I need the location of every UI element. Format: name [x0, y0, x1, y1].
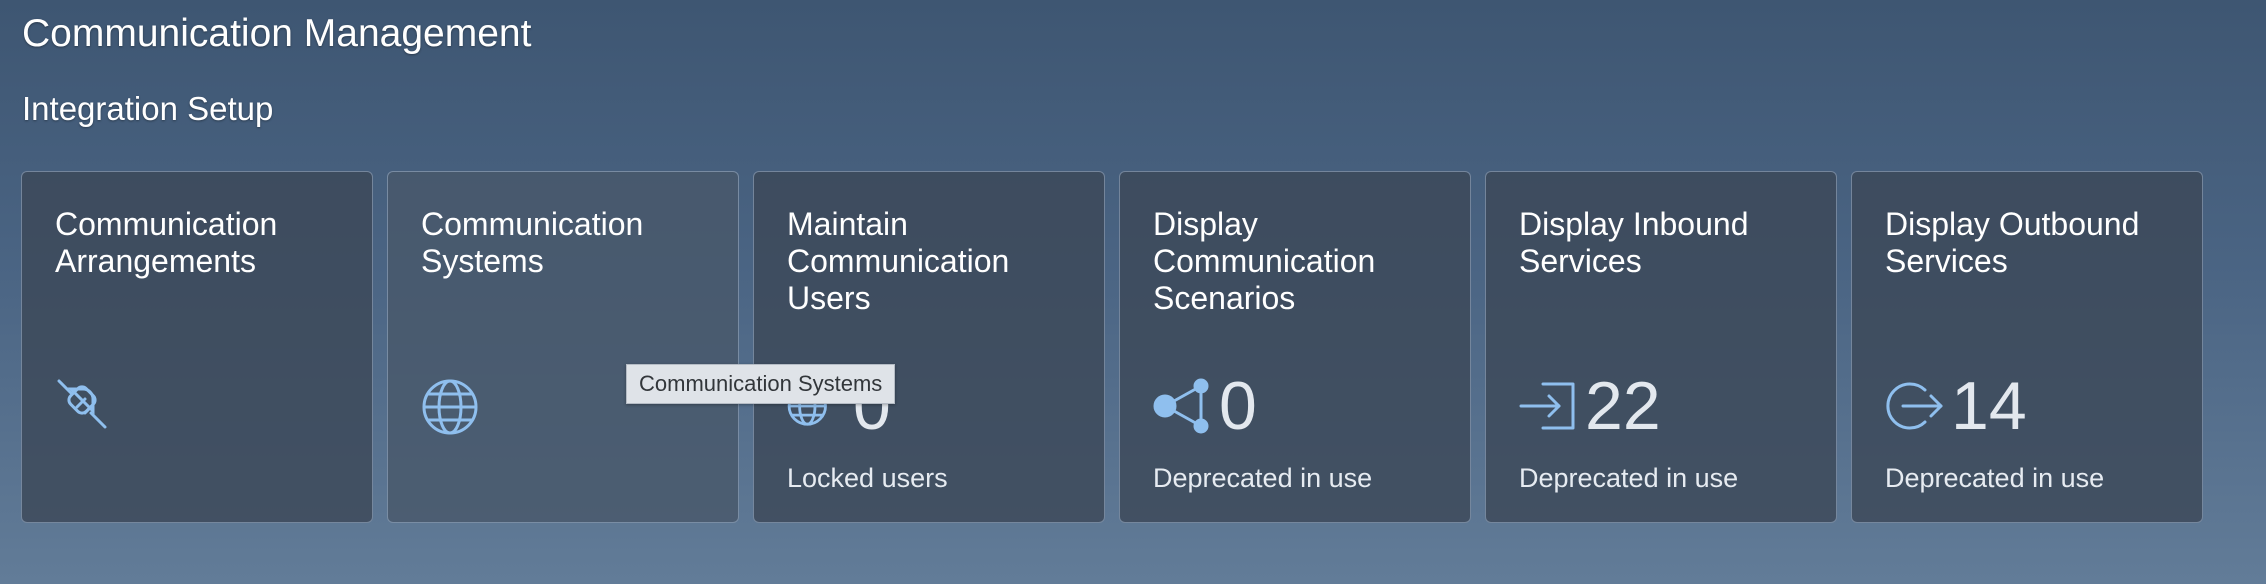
tile-title: Display Communication Scenarios — [1153, 206, 1376, 316]
plug-disconnected-icon — [55, 377, 115, 437]
kpi-value: 14 — [1951, 368, 2027, 444]
tile-footer: Deprecated in use — [1519, 463, 1739, 493]
tile-footer: Deprecated in use — [1153, 463, 1373, 493]
tile-display-inbound-services[interactable]: Display Inbound Services 22 Deprecated i… — [1485, 171, 1837, 523]
tile-maintain-communication-users[interactable]: Maintain Communication Users 0 Locked us… — [753, 171, 1105, 523]
kpi: 22 — [1519, 366, 1661, 446]
tile-title: Communication Arrangements — [55, 206, 278, 279]
network-share-icon — [1153, 376, 1213, 436]
tile-communication-arrangements[interactable]: Communication Arrangements — [21, 171, 373, 523]
tile-display-communication-scenarios[interactable]: Display Communication Scenarios 0 Deprec… — [1119, 171, 1471, 523]
kpi: 0 — [1153, 366, 1257, 446]
tile-title: Display Outbound Services — [1885, 206, 2140, 279]
tooltip: Communication Systems — [626, 364, 896, 404]
tile-title: Maintain Communication Users — [787, 206, 1010, 316]
tile-title: Display Inbound Services — [1519, 206, 1749, 279]
section-title: Integration Setup — [22, 90, 274, 127]
kpi: 14 — [1885, 366, 2027, 446]
tile-footer: Deprecated in use — [1885, 463, 2105, 493]
kpi-value: 22 — [1585, 368, 1661, 444]
tile-display-outbound-services[interactable]: Display Outbound Services 14 Deprecated … — [1851, 171, 2203, 523]
globe-icon — [421, 377, 481, 437]
outbound-arrow-icon — [1885, 376, 1945, 436]
tile-container: Communication Arrangements Communication… — [21, 171, 2203, 523]
tile-title: Communication Systems — [421, 206, 644, 279]
kpi-value: 0 — [1219, 368, 1257, 444]
page-title: Communication Management — [22, 12, 532, 55]
tile-footer: Locked users — [787, 463, 948, 493]
tile-communication-systems[interactable]: Communication Systems — [387, 171, 739, 523]
inbound-arrow-icon — [1519, 376, 1579, 436]
